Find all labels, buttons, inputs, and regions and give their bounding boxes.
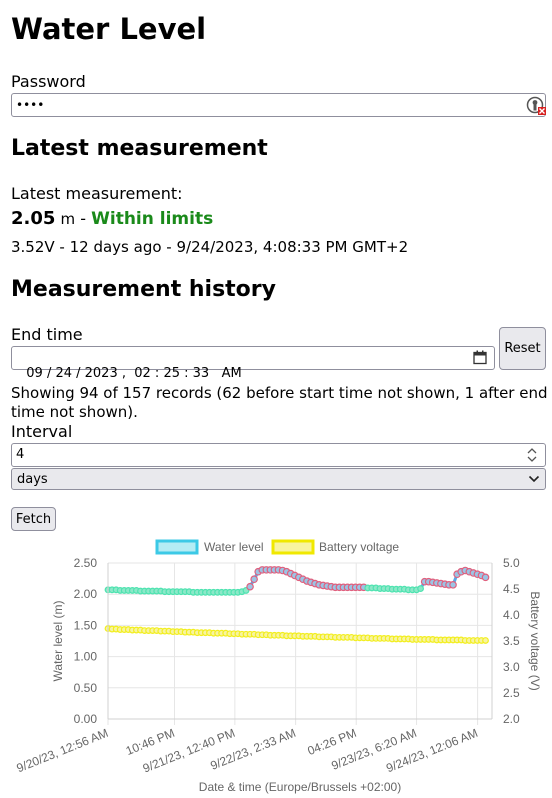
- y-tick-label-left: 0.00: [74, 712, 98, 726]
- latest-separator: -: [80, 209, 87, 228]
- reset-button[interactable]: Reset: [499, 327, 546, 370]
- latest-heading: Latest measurement: [11, 136, 268, 161]
- legend-swatch-battery[interactable]: [271, 539, 315, 555]
- y-tick-label-left: 1.50: [74, 618, 98, 632]
- interval-unit-select[interactable]: days: [11, 468, 546, 490]
- latest-unit: m: [60, 210, 76, 228]
- y-tick-label-right: 4.0: [503, 608, 520, 622]
- y-axis-left-title: Water level (m): [51, 601, 65, 682]
- interval-input[interactable]: 4: [11, 443, 546, 467]
- y-tick-label-left: 2.50: [74, 556, 98, 570]
- fetch-button[interactable]: Fetch: [11, 507, 56, 531]
- interval-value: 4: [16, 447, 25, 462]
- chart-grid: [107, 562, 492, 725]
- legend-swatch-water[interactable]: [155, 539, 199, 555]
- password-label: Password: [11, 72, 86, 91]
- water-point: [417, 585, 424, 592]
- latest-label: Latest measurement:: [11, 184, 183, 203]
- chart-points: [104, 566, 490, 644]
- records-info: Showing 94 of 157 records (62 before sta…: [11, 384, 548, 421]
- history-heading: Measurement history: [11, 277, 276, 302]
- interval-label: Interval: [11, 422, 73, 441]
- interval-unit-value: days: [17, 471, 48, 487]
- x-axis-title: Date & time (Europe/Brussels +02:00): [199, 780, 401, 794]
- legend-label-battery[interactable]: Battery voltage: [319, 540, 399, 554]
- end-time-value: 09 / 24 / 2023 , 02 : 25 : 33 AM: [26, 366, 242, 381]
- water-point: [449, 581, 457, 589]
- password-field[interactable]: ••••: [11, 93, 546, 117]
- calendar-icon[interactable]: [473, 350, 487, 365]
- y-tick-label-right: 3.0: [503, 660, 520, 674]
- password-value: ••••: [16, 98, 45, 112]
- y-axis-right-title: Battery voltage (V): [528, 591, 542, 690]
- y-tick-label-right: 3.5: [503, 634, 520, 648]
- y-tick-label-right: 4.5: [503, 582, 520, 596]
- end-time-input[interactable]: 09 / 24 / 2023 , 02 : 25 : 33 AM: [11, 346, 495, 381]
- water-level-chart: 0.00 0.50 1.00 1.50 2.00 2.50 2.0 2.5 3.0 3.5 4.0 4…: [15, 539, 542, 794]
- y-tick-label-left: 0.50: [74, 681, 98, 695]
- chart-axes: 0.00 0.50 1.00 1.50 2.00 2.50 2.0 2.5 3.0 3.5 4.0 4…: [15, 556, 520, 776]
- latest-reading: 2.05 m - Within limits: [11, 208, 213, 230]
- y-tick-label-left: 1.00: [74, 650, 98, 664]
- water-point: [246, 582, 254, 591]
- water-point: [481, 573, 490, 582]
- latest-details: 3.52V - 12 days ago - 9/24/2023, 4:08:33…: [11, 238, 409, 256]
- y-tick-label-left: 2.00: [74, 587, 98, 601]
- y-tick-label-right: 2.5: [503, 686, 520, 700]
- y-tick-label-right: 2.0: [503, 712, 520, 726]
- page-title: Water Level: [11, 12, 207, 46]
- end-time-label: End time: [11, 325, 83, 344]
- legend-label-water[interactable]: Water level: [204, 540, 264, 554]
- latest-value: 2.05: [11, 208, 56, 229]
- password-manager-icon[interactable]: [526, 96, 546, 116]
- chevron-down-icon: [528, 475, 540, 483]
- x-tick-label: 9/20/23, 12:56 AM: [15, 726, 111, 775]
- status-badge: Within limits: [91, 209, 214, 229]
- y-tick-label-right: 5.0: [503, 556, 520, 570]
- battery-point: [482, 637, 489, 644]
- water-point: [250, 575, 258, 584]
- spinner-arrows-icon[interactable]: [526, 446, 538, 464]
